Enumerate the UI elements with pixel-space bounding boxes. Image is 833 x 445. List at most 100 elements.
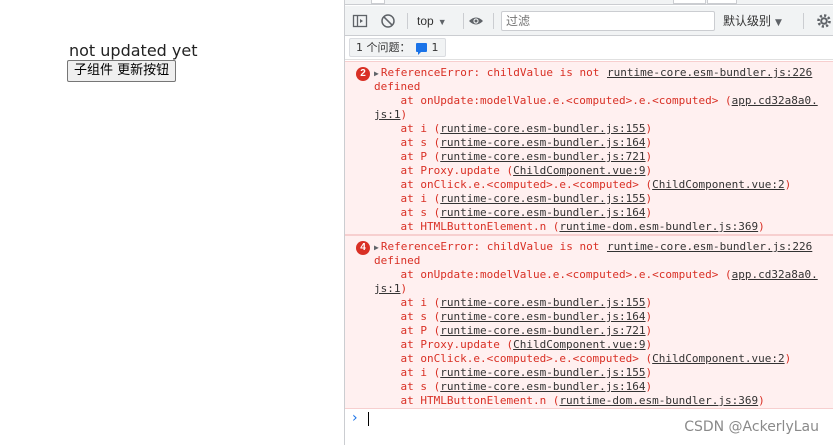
app-page: not updated yet 子组件 更新按钮	[0, 0, 344, 445]
stack-frame: at onUpdate:modelValue.e.<computed>.e.<c…	[374, 268, 818, 282]
stack-frame-link[interactable]: runtime-core.esm-bundler.js:164	[440, 206, 645, 219]
watermark: CSDN @AckerlyLau	[684, 419, 819, 435]
stack-frame-text: at Proxy.update (	[374, 164, 514, 177]
issues-label: 1 个问题：	[356, 41, 411, 54]
toolbar-separator	[463, 13, 464, 29]
stack-frame-text: )	[645, 136, 653, 149]
tab-fragment[interactable]	[371, 0, 385, 4]
stack-frame-text: at s (	[374, 206, 441, 219]
stack-frame-text: )	[645, 380, 653, 393]
stack-frame-text: )	[645, 164, 653, 177]
stack-frame-text: )	[784, 178, 792, 191]
stack-frame-link[interactable]: ChildComponent.vue:9	[513, 164, 645, 177]
stack-frame: at s (runtime-core.esm-bundler.js:164)	[374, 136, 652, 150]
stack-frame-link[interactable]: runtime-dom.esm-bundler.js:369	[559, 394, 758, 407]
filter-input[interactable]	[501, 11, 715, 31]
context-selector[interactable]: top ▼	[417, 12, 447, 30]
stack-frame-link[interactable]: js:1	[374, 282, 401, 295]
stack-frame-link[interactable]: runtime-core.esm-bundler.js:155	[440, 366, 645, 379]
sidebar-toggle-icon[interactable]	[352, 13, 368, 29]
eye-icon[interactable]	[468, 13, 484, 29]
stack-frame-text: )	[645, 206, 653, 219]
stack-frame-text: at i (	[374, 366, 441, 379]
stack-frame-link[interactable]: runtime-core.esm-bundler.js:155	[440, 296, 645, 309]
stack-frame: at i (runtime-core.esm-bundler.js:155)	[374, 122, 652, 136]
issues-button[interactable]: 1 个问题： 1	[349, 38, 446, 57]
stack-frame: at i (runtime-core.esm-bundler.js:155)	[374, 296, 652, 310]
stack-frame: at i (runtime-core.esm-bundler.js:155)	[374, 366, 652, 380]
stack-frame-text: )	[645, 366, 653, 379]
stack-frame-text: at P (	[374, 324, 441, 337]
stack-frame-text: at P (	[374, 150, 441, 163]
stack-frame-link[interactable]: runtime-core.esm-bundler.js:164	[440, 136, 645, 149]
console-toolbar: top▼ 默认级别▼	[345, 6, 833, 36]
stack-frame: js:1)	[374, 282, 407, 296]
text-cursor	[368, 412, 369, 426]
toolbar-separator	[407, 13, 408, 29]
stack-frame: at P (runtime-core.esm-bundler.js:721)	[374, 150, 652, 164]
issues-count: 1	[431, 41, 439, 54]
caret-down-icon: ▼	[775, 18, 782, 28]
child-update-button[interactable]: 子组件 更新按钮	[67, 60, 177, 82]
stack-frame-text: at s (	[374, 136, 441, 149]
stack-frame-link[interactable]: runtime-core.esm-bundler.js:155	[440, 122, 645, 135]
stack-frame-link[interactable]: runtime-core.esm-bundler.js:721	[440, 150, 645, 163]
stack-frame-link[interactable]: ChildComponent.vue:2	[652, 352, 784, 365]
stack-frame-text: )	[758, 394, 765, 407]
stack-frame-text: )	[645, 310, 653, 323]
stack-frame-text: at onClick.e.<computed>.e.<computed> (	[374, 178, 653, 191]
stack-frame-text: )	[645, 192, 653, 205]
stack-frame-link[interactable]: ChildComponent.vue:2	[652, 178, 784, 191]
status-text: not updated yet	[69, 41, 198, 60]
stack-frame: at s (runtime-core.esm-bundler.js:164)	[374, 380, 652, 394]
stack-frame-link[interactable]: runtime-core.esm-bundler.js:164	[440, 310, 645, 323]
stack-frame-link[interactable]: runtime-dom.esm-bundler.js:369	[559, 220, 758, 233]
stack-frame-text: at i (	[374, 296, 441, 309]
console-error-message[interactable]: 4 ▶ ReferenceError: childValue is not run…	[345, 235, 833, 409]
levels-label: 默认级别	[723, 14, 772, 28]
stack-frame: at HTMLButtonElement.n (runtime-dom.esm-…	[374, 220, 765, 234]
stack-frame-text: at HTMLButtonElement.n (	[374, 220, 560, 233]
stack-frame-text: )	[400, 108, 408, 121]
error-source-link[interactable]: runtime-core.esm-bundler.js:226	[607, 66, 812, 80]
stack-frame-link[interactable]: app.cd32a8a0.	[732, 268, 818, 281]
stack-frame-link[interactable]: runtime-core.esm-bundler.js:721	[440, 324, 645, 337]
tab-fragment[interactable]	[707, 0, 737, 4]
console-error-message[interactable]: 2 ▶ ReferenceError: childValue is not run…	[345, 61, 833, 235]
log-levels-dropdown[interactable]: 默认级别 ▼	[723, 12, 782, 32]
error-text[interactable]: ▶ ReferenceError: childValue is not	[374, 240, 599, 255]
stack-frame: at s (runtime-core.esm-bundler.js:164)	[374, 206, 652, 220]
repeat-count-badge: 4	[356, 241, 370, 255]
error-text-continued: defined	[374, 254, 421, 267]
stack-frame-text: )	[758, 220, 765, 233]
tab-fragment[interactable]	[673, 0, 706, 4]
stack-frame: at onClick.e.<computed>.e.<computed> (Ch…	[374, 352, 791, 366]
stack-frame-link[interactable]: runtime-core.esm-bundler.js:155	[440, 192, 645, 205]
stack-frame: at HTMLButtonElement.n (runtime-dom.esm-…	[374, 394, 765, 408]
devtools-tab-strip	[345, 0, 833, 5]
gear-icon[interactable]	[816, 13, 832, 29]
error-source-link[interactable]: runtime-core.esm-bundler.js:226	[607, 240, 812, 254]
expand-triangle-icon[interactable]: ▶	[374, 243, 379, 252]
stack-frame-text: at onUpdate:modelValue.e.<computed>.e.<c…	[374, 94, 732, 107]
expand-triangle-icon[interactable]: ▶	[374, 69, 379, 78]
stack-frame-text: at s (	[374, 310, 441, 323]
stack-frame-text: )	[645, 338, 653, 351]
stack-frame-text: at s (	[374, 380, 441, 393]
stack-frame-link[interactable]: runtime-core.esm-bundler.js:164	[440, 380, 645, 393]
error-text[interactable]: ▶ ReferenceError: childValue is not	[374, 66, 599, 81]
caret-down-icon: ▼	[437, 17, 447, 27]
issue-chat-icon	[415, 43, 427, 55]
devtools-panel: top▼ 默认级别▼ 1 个问题： 1 2 ▶ReferenceError: c…	[344, 0, 833, 445]
stack-frame: at Proxy.update (ChildComponent.vue:9)	[374, 164, 652, 178]
stack-frame: at onClick.e.<computed>.e.<computed> (Ch…	[374, 178, 791, 192]
stack-frame-link[interactable]: app.cd32a8a0.	[732, 94, 818, 107]
stack-frame-text: at i (	[374, 192, 441, 205]
stack-frame-link[interactable]: ChildComponent.vue:9	[513, 338, 645, 351]
stack-frame-link[interactable]: js:1	[374, 108, 401, 121]
issues-bar: 1 个问题： 1	[345, 36, 833, 60]
stack-frame-text: )	[784, 352, 792, 365]
stack-frame-text: at i (	[374, 122, 441, 135]
stack-frame-text: )	[400, 282, 408, 295]
clear-console-icon[interactable]	[380, 13, 396, 29]
